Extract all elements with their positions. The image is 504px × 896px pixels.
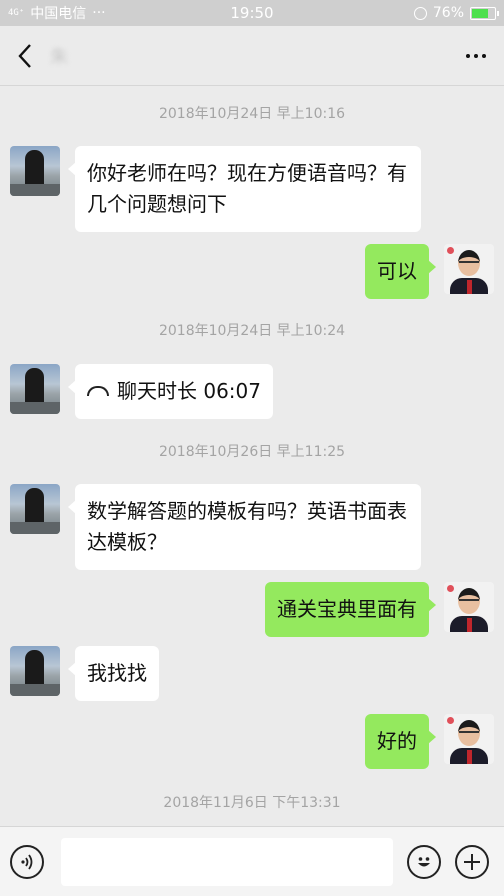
signal-indicator: 4G⁺ xyxy=(8,7,25,18)
incoming-message[interactable]: 你好老师在吗？现在方便语音吗？有几个问题想问下 xyxy=(68,146,421,232)
incoming-message[interactable]: 我找找 xyxy=(68,646,159,701)
battery-level xyxy=(472,8,488,18)
message-timestamp: 2018年10月26日 早上11:25 xyxy=(158,444,346,460)
message-timestamp: 2018年11月6日 下午13:31 xyxy=(163,795,341,811)
call-duration: 聊天时长 06:07 xyxy=(117,379,261,403)
more-button[interactable] xyxy=(448,26,504,86)
contact-avatar[interactable] xyxy=(10,146,60,196)
battery-percent: 76% xyxy=(432,5,464,21)
battery-icon xyxy=(470,6,499,20)
message-input[interactable] xyxy=(61,837,393,886)
contact-avatar[interactable] xyxy=(10,646,60,696)
more-dot-icon xyxy=(482,53,486,58)
phone-hangup-icon xyxy=(87,385,109,396)
voice-input-button[interactable] xyxy=(10,844,44,879)
smiley-icon xyxy=(418,856,430,866)
emoji-button[interactable] xyxy=(407,844,441,879)
status-bar: 4G⁺ 中国电信 ··· 19:50 76% xyxy=(0,0,504,26)
voice-icon xyxy=(21,853,33,870)
alarm-icon xyxy=(413,6,427,20)
input-bar xyxy=(0,826,504,896)
more-functions-button[interactable] xyxy=(455,844,489,879)
status-dots: ··· xyxy=(92,5,106,21)
outgoing-message[interactable]: 好的 xyxy=(365,714,436,769)
more-dot-icon xyxy=(474,53,478,58)
outgoing-message[interactable]: 通关宝典里面有 xyxy=(265,582,436,637)
chat-title: 朱 xyxy=(50,46,68,68)
back-button[interactable] xyxy=(0,26,50,86)
plus-icon xyxy=(464,853,480,870)
voice-call-record[interactable]: 聊天时长 06:07 xyxy=(68,364,273,419)
my-avatar[interactable] xyxy=(444,244,494,294)
message-timestamp: 2018年10月24日 早上10:16 xyxy=(158,106,346,122)
chevron-left-icon xyxy=(18,43,31,68)
incoming-message[interactable]: 数学解答题的模板有吗？英语书面表达模板？ xyxy=(68,484,421,570)
more-dot-icon xyxy=(466,53,470,58)
contact-avatar[interactable] xyxy=(10,484,60,534)
my-avatar[interactable] xyxy=(444,582,494,632)
carrier-name: 中国电信 xyxy=(30,6,87,22)
contact-avatar[interactable] xyxy=(10,364,60,414)
outgoing-message[interactable]: 可以 xyxy=(365,244,436,299)
message-timestamp: 2018年10月24日 早上10:24 xyxy=(158,323,346,339)
chat-header: 朱 xyxy=(0,26,504,86)
my-avatar[interactable] xyxy=(444,714,494,764)
